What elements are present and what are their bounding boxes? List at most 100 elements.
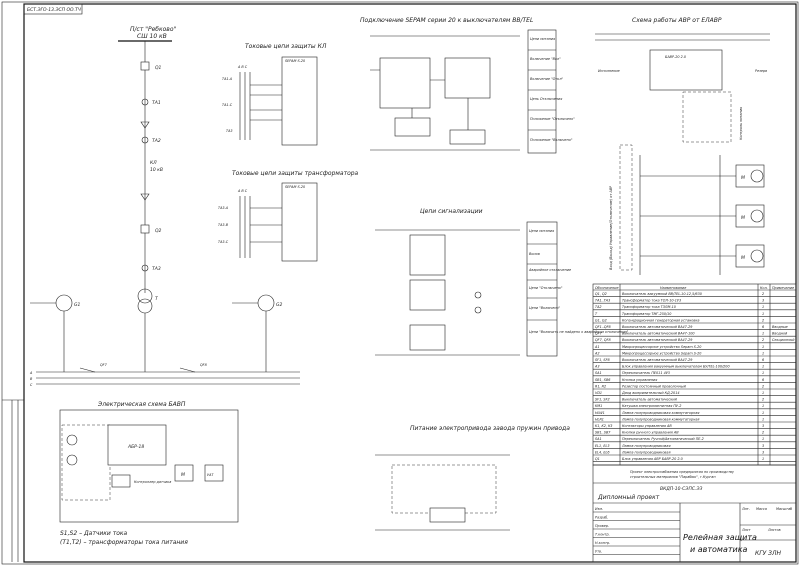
svg-text:Вход (Выход) Управление(Отключ: Вход (Выход) Управление(Отключение) от А… xyxy=(609,185,613,270)
svg-text:Включение "Вкл": Включение "Вкл" xyxy=(530,57,561,61)
single-line-diagram: П/ст "Ребково" СШ 10 кВ Q1 ТА1 ТА2 КЛ 10… xyxy=(29,26,300,387)
spec-cell: 1 xyxy=(762,365,764,369)
spec-cell: QF7 xyxy=(595,332,603,336)
spec-cell: A3 xyxy=(594,365,599,369)
bavr-legend-2: (Т1,Т2) – трансформаторы тока питания xyxy=(60,539,188,546)
svg-text:C: C xyxy=(30,383,33,387)
svg-text:Кол.: Кол. xyxy=(760,286,768,290)
spec-cell: VD1 xyxy=(595,391,602,395)
spec-cell: EL1, EL3 xyxy=(595,444,610,448)
sheet-title-1: Релейная защита xyxy=(683,533,757,542)
svg-text:Цепи питания: Цепи питания xyxy=(529,229,554,233)
svg-text:ТА3: ТА3 xyxy=(226,129,233,133)
bavr-title: Электрическая схема БАВП xyxy=(97,401,186,408)
spec-cell: 1 xyxy=(762,417,764,421)
svg-text:Включение "Откл": Включение "Откл" xyxy=(530,77,563,81)
spec-cell: Кнопка управления xyxy=(622,378,657,382)
spec-cell: 1 xyxy=(762,411,764,415)
spec-cell: 6 xyxy=(762,325,764,329)
spec-cell: Выключатель автоматический ВА47-29 xyxy=(622,358,692,362)
svg-text:Вызов: Вызов xyxy=(529,252,540,256)
spec-cell: Вводные xyxy=(772,325,788,329)
spec-cell: K1, K2, K3 xyxy=(595,424,612,428)
svg-text:Обозначение: Обозначение xyxy=(595,286,619,290)
project-type: Дипломный проект xyxy=(597,494,660,501)
spec-cell: Блок управления АВР БАВР-20 2.0 xyxy=(622,457,683,461)
sepam-output xyxy=(449,129,486,145)
spec-cell: G1, G2 xyxy=(595,318,607,322)
svg-text:Положение "Включено": Положение "Включено" xyxy=(530,138,573,142)
svg-text:Q2: Q2 xyxy=(155,228,162,234)
spec-cell: EL4, EL6 xyxy=(595,450,610,454)
svg-text:ТА3-С: ТА3-С xyxy=(218,240,229,244)
breaker-q2 xyxy=(140,224,150,234)
svg-text:Цепи "Отключено": Цепи "Отключено" xyxy=(529,286,563,290)
spec-cell: Трансформатор тока ТОЛ-10-1У3 xyxy=(622,299,681,303)
spec-cell: QF1..QF6 xyxy=(595,325,611,329)
spec-cell: SF1, SF2 xyxy=(595,398,610,402)
spec-cell: 6 xyxy=(762,378,764,382)
spec-cell: Катушка электромагнитная ПУ-2 xyxy=(622,404,681,408)
sepam-unit xyxy=(379,57,431,109)
spec-cell: Диод выпрямительный КД-2014 xyxy=(621,391,680,395)
svg-text:Т: Т xyxy=(155,296,159,302)
spec-cell: Выключатель автоматический xyxy=(622,398,678,402)
svg-text:ТА3-А: ТА3-А xyxy=(218,206,229,210)
spec-cell: Выключатель автоматический ВА47-100 xyxy=(622,332,695,336)
spec-cell: 2 xyxy=(762,384,764,388)
vv-tel-unit xyxy=(444,57,491,99)
svg-text:Q1: Q1 xyxy=(155,65,162,71)
signal-title: Цепи сигнализации xyxy=(420,208,483,215)
spec-cell: 2 xyxy=(762,338,764,342)
spec-cell: Лампа полупроводниковая xyxy=(621,450,671,454)
sepam-side-boxes: Цепи питания Включение "Вкл" Включение "… xyxy=(527,29,575,154)
spec-cell: 3 xyxy=(762,299,764,303)
spec-cell: Блок управления вакуумным выключателем Б… xyxy=(622,365,730,369)
svg-text:Контроль питания: Контроль питания xyxy=(739,107,743,140)
spec-cell: 2 xyxy=(762,318,764,322)
svg-text:Цепи "Включено": Цепи "Включено" xyxy=(529,306,561,310)
spec-cell: Трансформатор ТМГ-250/10 xyxy=(622,312,671,316)
transformer-winding-2 xyxy=(137,298,153,314)
title-role: Изм. xyxy=(595,507,603,511)
spec-cell: 2 xyxy=(762,398,764,402)
ct-line-title: Токовые цепи защиты КЛ xyxy=(245,43,327,50)
svg-text:ТА3-В: ТА3-В xyxy=(218,223,229,227)
ct-transformer-title: Токовые цепи защиты трансформатора xyxy=(232,170,359,177)
spec-cell: R1, R2 xyxy=(595,384,606,388)
spec-cell: Контакторы управления АВ xyxy=(622,424,672,428)
spec-cell: SF1, SF6 xyxy=(595,358,610,362)
spec-cell: 1 xyxy=(762,345,764,349)
spec-cell: 2 xyxy=(762,292,764,296)
spec-cell: 1 xyxy=(762,457,764,461)
sepam-block-line xyxy=(281,56,318,146)
spec-cell: Переключатель Ручной/Автоматический ПЕ-2 xyxy=(622,437,704,441)
spec-cell: HLR1 xyxy=(595,417,604,421)
line-voltage: 10 кВ xyxy=(150,167,163,173)
svg-text:Лит.: Лит. xyxy=(741,507,750,511)
spec-table: Обозначение Наименование Кол. Примечание… xyxy=(592,283,797,466)
organization: КГУ ЗЛН xyxy=(755,550,782,557)
spec-cell: Вводной xyxy=(772,332,788,336)
spec-cell: A1 xyxy=(594,345,599,349)
svg-text:Масштаб: Масштаб xyxy=(776,507,792,511)
spec-cell: 3 xyxy=(762,450,764,454)
svg-text:М: М xyxy=(741,215,745,221)
spec-cell: Т xyxy=(595,312,598,316)
svg-text:АБР-18: АБР-18 xyxy=(127,444,144,450)
spec-cell: Лампа полупроводниковая xyxy=(621,444,671,448)
avr-scheme: Схема работы АВР от ЕЛАВР Исполнение Рез… xyxy=(595,17,770,275)
spec-cell: Микропроцессорное устройство Sepam S-20 xyxy=(622,345,701,349)
svg-text:УАТ: УАТ xyxy=(207,473,214,477)
spec-cell: Выключатель автоматический ВА47-29 xyxy=(622,338,692,342)
svg-text:М: М xyxy=(741,175,745,181)
spec-cell: Трансформатор тока ТЗЛМ-10 xyxy=(622,305,676,309)
spec-cell: SA1 xyxy=(595,437,602,441)
spec-cell: SB1, SB7 xyxy=(595,431,611,435)
sepam-connection-title: Подключение SEPAM серии 20 к выключателя… xyxy=(360,17,533,24)
spec-cell: Резистор постоянный проволочный xyxy=(622,384,687,388)
svg-text:Исполнение: Исполнение xyxy=(598,69,620,73)
svg-text:Контроллер датчика: Контроллер датчика xyxy=(134,480,171,484)
drive-power-title: Питание электропривода завода пружин при… xyxy=(410,425,570,432)
spec-cell: A2 xyxy=(594,351,599,355)
